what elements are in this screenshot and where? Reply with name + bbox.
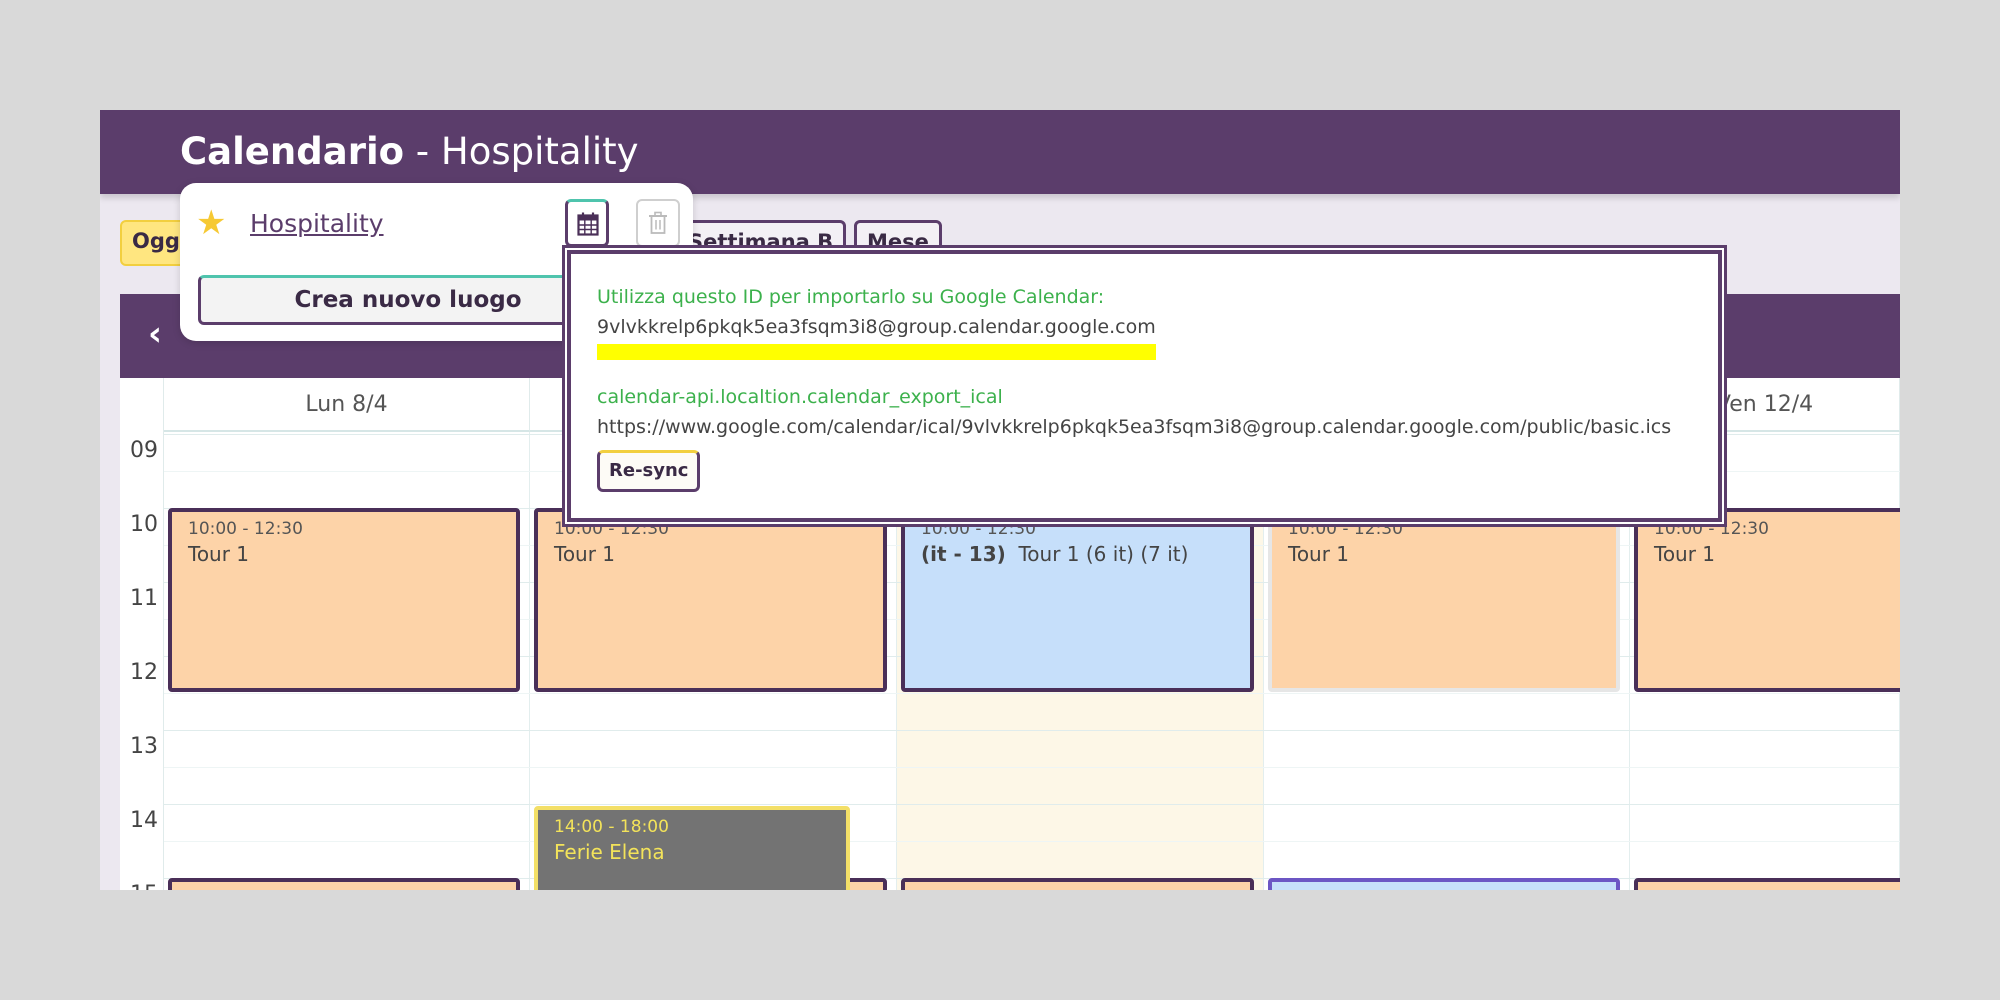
trash-icon <box>649 211 667 234</box>
calendar-export-button[interactable] <box>565 199 609 247</box>
page-title-location: - Hospitality <box>404 130 639 173</box>
event-card[interactable]: 10:00 - 12:30 Tour 1 <box>1634 508 1900 692</box>
delete-location-button[interactable] <box>636 199 680 247</box>
calendar-app: Calendario - Hospitality Oggi Settimana … <box>100 110 1900 890</box>
calendar-icon <box>577 212 599 236</box>
half-hour-line <box>164 767 1900 768</box>
import-label: Utilizza questo ID per importarlo su Goo… <box>597 286 1105 308</box>
event-time: 14:00 - 18:00 <box>554 817 669 837</box>
event-title: Tour 1 <box>188 542 250 566</box>
event-title: Tour 1 <box>554 542 616 566</box>
event-card[interactable] <box>1268 878 1620 890</box>
half-hour-line <box>164 841 1900 842</box>
event-card[interactable]: 10:00 - 12:30 (it - 13) Tour 1 (6 it) (7… <box>901 508 1254 692</box>
hour-label: 13 <box>130 734 158 759</box>
hour-line <box>164 730 1900 731</box>
event-card[interactable] <box>168 878 520 890</box>
hour-label: 15 <box>130 882 158 890</box>
event-card[interactable]: 14:00 - 18:00 Ferie Elena <box>534 806 850 890</box>
star-icon[interactable]: ★ <box>196 203 226 243</box>
event-title: Tour 1 (6 it) (7 it) <box>1018 542 1189 566</box>
event-card[interactable] <box>901 878 1254 890</box>
hour-label: 12 <box>130 660 158 685</box>
day-header: Lun 8/4 <box>164 378 530 432</box>
resync-button[interactable]: Re-sync <box>597 450 701 492</box>
export-label: calendar-api.localtion.calendar_export_i… <box>597 386 1003 408</box>
ical-url[interactable]: https://www.google.com/calendar/ical/9vl… <box>597 412 1692 442</box>
page-title-main: Calendario <box>180 130 405 173</box>
hour-label: 09 <box>130 438 158 463</box>
create-location-button[interactable]: Crea nuovo luogo <box>198 275 618 325</box>
event-card[interactable]: 10:00 - 12:30 Tour 1 <box>168 508 520 692</box>
event-tag: (it - 13) <box>921 542 1006 566</box>
page-title: Calendario - Hospitality <box>180 130 639 174</box>
event-title: Ferie Elena <box>554 840 665 864</box>
event-title: Tour 1 <box>1288 542 1350 566</box>
half-hour-line <box>164 693 1900 694</box>
hour-line <box>164 804 1900 805</box>
calendar-id[interactable]: 9vlvkkrelp6pkqk5ea3fsqm3i8@group.calenda… <box>597 312 1156 360</box>
event-time: 10:00 - 12:30 <box>188 519 303 539</box>
calendar-export-popup: Utilizza questo ID per importarlo su Goo… <box>567 250 1722 522</box>
event-title-line: (it - 13) Tour 1 (6 it) (7 it) <box>921 540 1234 568</box>
event-card[interactable]: 10:00 - 12:30 Tour 1 <box>534 508 887 692</box>
page-header: Calendario - Hospitality <box>100 110 1900 194</box>
hour-label: 10 <box>130 512 158 537</box>
location-link[interactable]: Hospitality <box>250 209 384 238</box>
event-card[interactable] <box>1634 878 1900 890</box>
hour-label: 14 <box>130 808 158 833</box>
event-title: Tour 1 <box>1654 542 1716 566</box>
chevron-left-icon[interactable]: ‹ <box>148 314 162 354</box>
event-card[interactable]: 10:00 - 12:30 Tour 1 <box>1268 508 1620 692</box>
hour-label: 11 <box>130 586 158 611</box>
